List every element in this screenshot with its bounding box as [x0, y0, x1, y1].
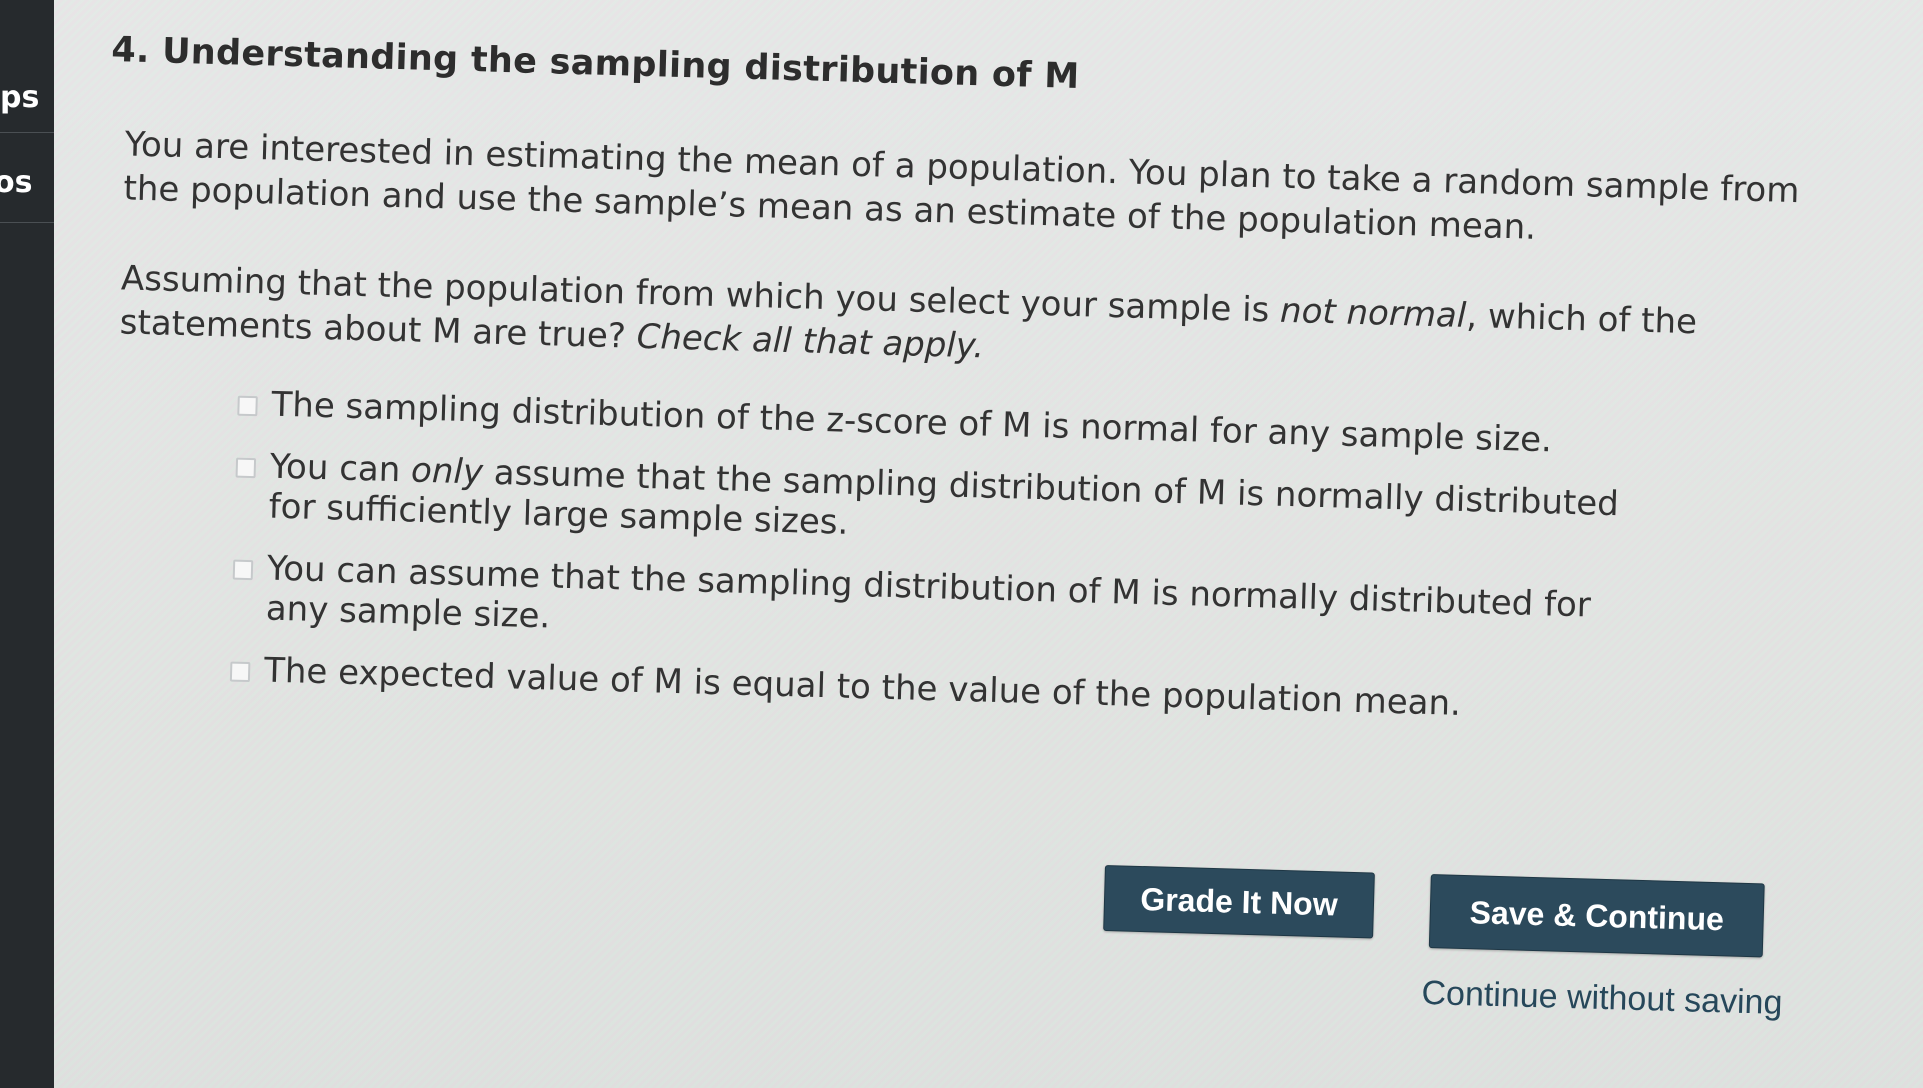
option-text: You can: [269, 446, 412, 491]
question-panel: 4. Understanding the sampling distributi…: [93, 30, 1871, 757]
sidebar-divider: [0, 222, 54, 223]
prompt-emphasis: not normal: [1279, 290, 1467, 336]
option-checkbox[interactable]: [229, 661, 251, 683]
question-intro: You are interested in estimating the mea…: [123, 124, 1800, 248]
option-label[interactable]: You can only assume that the sampling di…: [268, 447, 1656, 566]
continue-without-saving-link[interactable]: Continue without saving: [1421, 974, 1783, 1023]
answer-options: The sampling distribution of the z-score…: [229, 384, 1658, 730]
action-bar: Grade It Now Save & Continue Continue wi…: [1101, 865, 1805, 1044]
option-text: The expected value of M is equal to the …: [263, 650, 1462, 724]
question-prompt: Assuming that the population from which …: [119, 256, 1721, 389]
answer-option[interactable]: You can only assume that the sampling di…: [234, 446, 1656, 566]
option-emphasis: only: [410, 450, 484, 493]
sidebar-item-label[interactable]: os: [0, 165, 32, 200]
grade-it-now-button[interactable]: Grade It Now: [1103, 865, 1375, 939]
sidebar-item-label[interactable]: ps: [0, 80, 39, 115]
option-label[interactable]: The sampling distribution of the z-score…: [271, 385, 1552, 461]
prompt-instruction: Check all that apply.: [636, 316, 985, 367]
option-checkbox[interactable]: [232, 559, 254, 581]
option-text: You can assume that the sampling distrib…: [265, 548, 1592, 637]
save-and-continue-button[interactable]: Save & Continue: [1428, 874, 1765, 958]
answer-option[interactable]: The expected value of M is equal to the …: [229, 650, 1651, 730]
option-text: The sampling distribution of the z-score…: [271, 384, 1553, 461]
option-checkbox[interactable]: [235, 457, 257, 479]
left-sidebar: ps os: [0, 0, 54, 1088]
answer-option[interactable]: You can assume that the sampling distrib…: [231, 548, 1653, 668]
sidebar-divider: [0, 132, 54, 133]
option-label[interactable]: You can assume that the sampling distrib…: [265, 549, 1653, 668]
option-checkbox[interactable]: [237, 395, 258, 417]
option-label[interactable]: The expected value of M is equal to the …: [264, 651, 1462, 724]
